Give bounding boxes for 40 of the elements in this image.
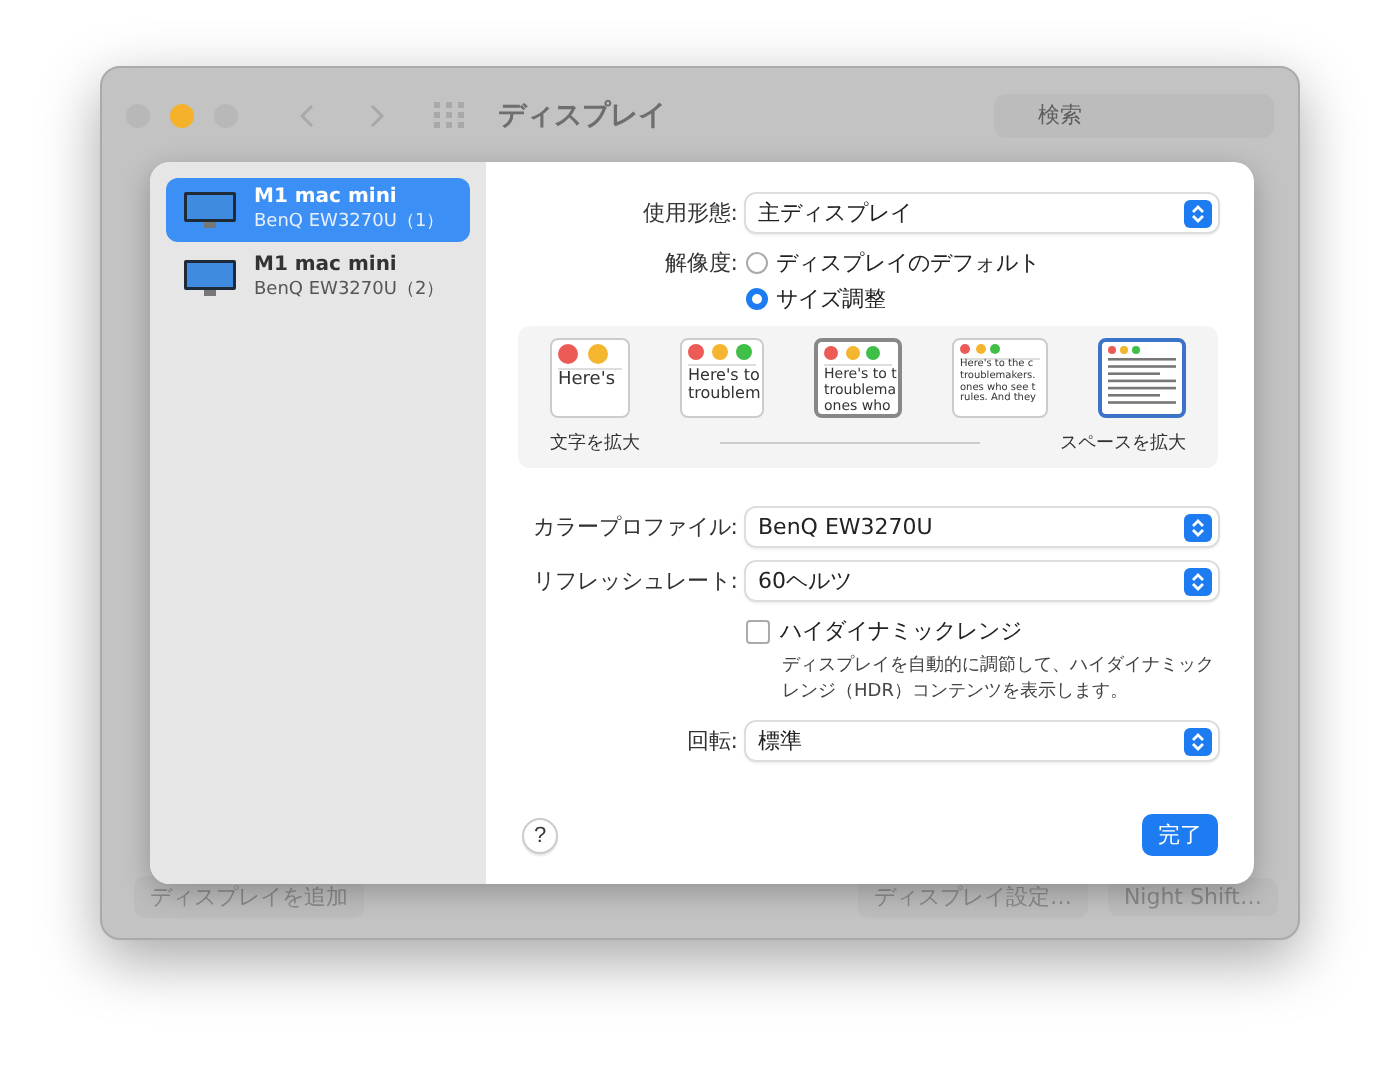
color-profile-select[interactable]: BenQ EW3270U	[746, 508, 1218, 546]
scale-thumbnail[interactable]	[1098, 338, 1186, 418]
scale-min-label: 文字を拡大	[550, 431, 640, 456]
field-label: 使用形態:	[640, 198, 738, 228]
monitor-icon	[182, 258, 238, 298]
sample-text: Here's to troublem	[688, 364, 756, 403]
refresh-rate-select[interactable]: 60ヘルツ	[746, 562, 1218, 600]
minimize-button[interactable]	[170, 104, 194, 128]
help-button[interactable]: ?	[522, 817, 558, 853]
display-name: M1 mac mini	[254, 254, 399, 276]
field-label: 解像度:	[662, 248, 738, 278]
resolution-option[interactable]: サイズ調整	[746, 284, 1218, 314]
chevron-updown-icon	[1184, 567, 1212, 595]
field-label: 回転:	[684, 726, 738, 756]
scale-max-label: スペースを拡大	[1060, 431, 1186, 456]
text-lines-drawing	[1108, 358, 1176, 410]
grid-icon[interactable]	[434, 102, 466, 130]
search-field[interactable]: 検索	[994, 94, 1274, 138]
hdr-checkbox[interactable]: ハイダイナミックレンジ	[746, 616, 1218, 646]
monitor-icon	[182, 190, 238, 230]
display-model: BenQ EW3270U（1）	[254, 210, 445, 234]
done-button[interactable]: 完了	[1142, 814, 1218, 856]
field-label: カラープロファイル:	[530, 512, 738, 542]
hdr-description: ディスプレイを自動的に調節して、ハイダイナミックレンジ（HDR）コンテンツを表示します。	[782, 654, 1216, 706]
display-model: BenQ EW3270U（2）	[254, 278, 445, 302]
chevron-updown-icon	[1184, 513, 1212, 541]
sample-text: Here's	[558, 368, 622, 391]
chevron-updown-icon	[1184, 727, 1212, 755]
field-label: リフレッシュレート:	[530, 566, 738, 596]
scale-thumbnail[interactable]: Here's	[550, 338, 630, 418]
usage-select[interactable]: 主ディスプレイ	[746, 194, 1218, 232]
chevron-updown-icon	[1184, 199, 1212, 227]
window-title: ディスプレイ	[498, 98, 666, 134]
rotation-select[interactable]: 標準	[746, 722, 1218, 760]
scale-thumbnail[interactable]: Here's to troublem	[680, 338, 764, 418]
display-name: M1 mac mini	[254, 186, 399, 208]
resolution-option[interactable]: ディスプレイのデフォルト	[746, 248, 1218, 278]
forward-icon[interactable]	[366, 102, 386, 130]
display-item[interactable]: M1 mac mini BenQ EW3270U（2）	[166, 246, 470, 310]
back-icon[interactable]	[298, 102, 318, 130]
